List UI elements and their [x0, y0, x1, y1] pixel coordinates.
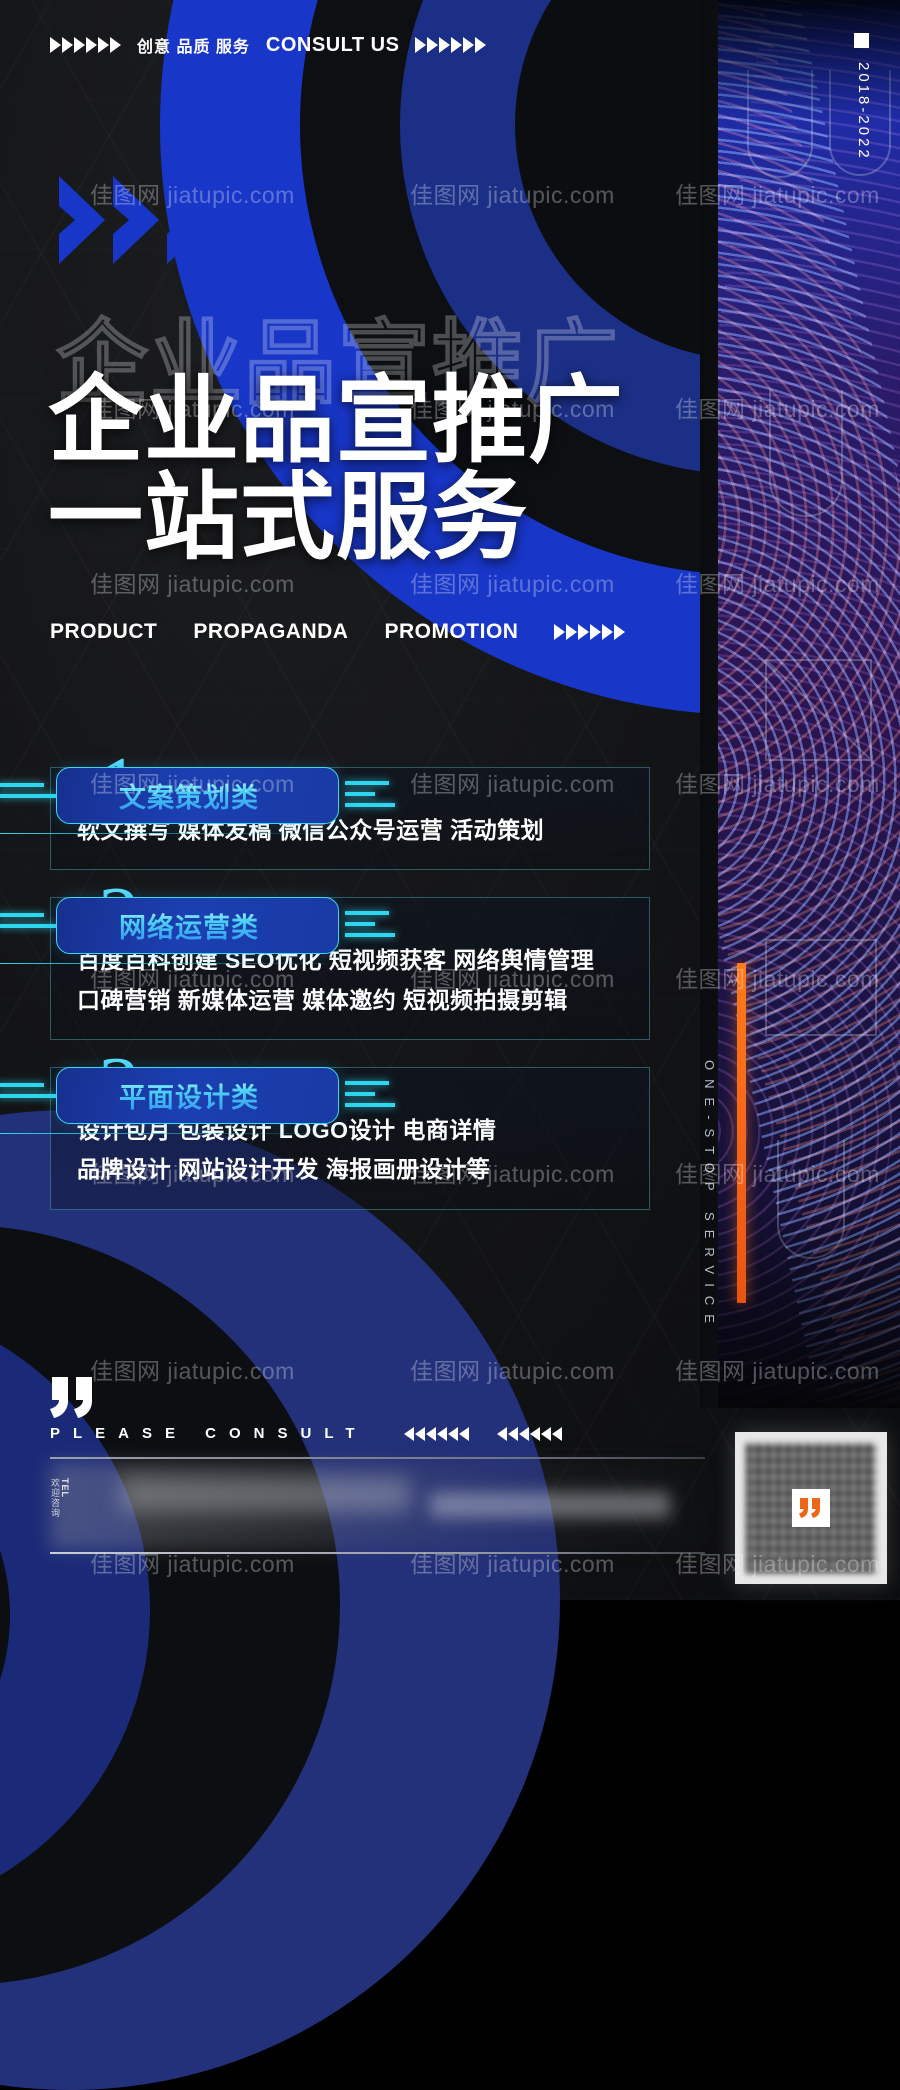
vertical-service-text: ONE-STOP SERVICE — [702, 1060, 717, 1332]
speed-lines-left-1 — [0, 783, 56, 805]
quotation-mark-icon — [50, 1375, 98, 1419]
speed-lines-right-1 — [345, 781, 395, 814]
service-pill-1[interactable]: 文案策划类 — [56, 767, 339, 824]
service-label-2: 网络运营类 — [119, 906, 259, 945]
subtitle-item-product: PRODUCT — [50, 620, 158, 643]
please-consult-label: PLEASE CONSULT — [50, 1425, 368, 1442]
triangle-right-arrows-icon-right — [415, 37, 487, 53]
service-pill-3[interactable]: 平面设计类 — [56, 1067, 339, 1125]
speed-lines-right-2 — [345, 911, 395, 944]
orange-accent-bar — [737, 963, 746, 1303]
service-card-1[interactable]: 1 文案策划类 软文撰写 媒体发稿 微信公众号运营 活动策划 — [0, 745, 650, 871]
speed-lines-left-3 — [0, 1083, 56, 1105]
service-card-3[interactable]: 3 平面设计类 设计包月 包装设计 LOGO设计 电商详情 品牌设计 网站设计开… — [0, 1045, 650, 1210]
footer-divider-bottom — [50, 1552, 705, 1554]
contact-blur-block-a — [120, 1478, 410, 1512]
service-pill-2[interactable]: 网络运营类 — [56, 897, 339, 955]
service-label-3: 平面设计类 — [119, 1076, 259, 1115]
service-card-2[interactable]: 2 网络运营类 百度百科创建 SEO优化 短视频获客 网络舆情管理 口碑营销 新… — [0, 875, 650, 1041]
header-en-tagline: CONSULT US — [265, 33, 400, 56]
contact-blur-block-b — [430, 1492, 670, 1518]
orange-quote-logo-icon — [792, 1489, 830, 1527]
title-line-2: 一站式服务 — [48, 464, 529, 571]
panel-top-fade — [718, 0, 900, 120]
triple-chevron-right-icon — [55, 170, 230, 275]
triangle-left-arrows-icon-1 — [403, 1426, 469, 1441]
header-cn-tagline: 创意 品质 服务 — [137, 39, 250, 56]
speed-lines-right-3 — [345, 1081, 395, 1114]
triangle-left-arrows-icon-2 — [496, 1426, 562, 1441]
top-header-bar: 创意 品质 服务 CONSULT US — [50, 33, 487, 57]
qr-code[interactable] — [735, 1432, 887, 1584]
please-consult-row: PLEASE CONSULT — [50, 1425, 562, 1442]
hairline-accent-2 — [0, 963, 346, 965]
triangle-right-arrows-icon-left — [50, 37, 121, 53]
triangle-right-arrows-icon-subtitle — [554, 624, 626, 640]
service-row: 口碑营销 新媒体运营 媒体邀约 短视频拍摄剪辑 — [77, 986, 568, 1013]
service-label-1: 文案策划类 — [119, 776, 259, 815]
subtitle-item-promotion: PROMOTION — [384, 620, 519, 643]
service-row: 品牌设计 网站设计开发 海报画册设计等 — [77, 1156, 491, 1183]
white-square-icon — [854, 33, 869, 48]
speed-lines-left-2 — [0, 913, 56, 935]
title-line-1: 企业品宣推广 — [48, 368, 625, 474]
hairline-accent-1 — [0, 833, 346, 834]
hairline-accent-3 — [0, 1133, 346, 1135]
year-range-label: 2018-2022 — [855, 62, 872, 161]
footer-divider-top — [50, 1457, 705, 1459]
service-cards-list: 1 文案策划类 软文撰写 媒体发稿 微信公众号运营 活动策划 2 网络运营类 百… — [0, 745, 650, 1237]
welcome-consult-label: 欢迎咨询 — [50, 1478, 60, 1518]
subtitle-item-propaganda: PROPAGANDA — [193, 620, 349, 643]
subtitle-keywords-row: PRODUCT PROPAGANDA PROMOTION — [50, 620, 626, 644]
page-title: 企业品宣推广 企业品宣推广 一站式服务 — [48, 317, 625, 571]
